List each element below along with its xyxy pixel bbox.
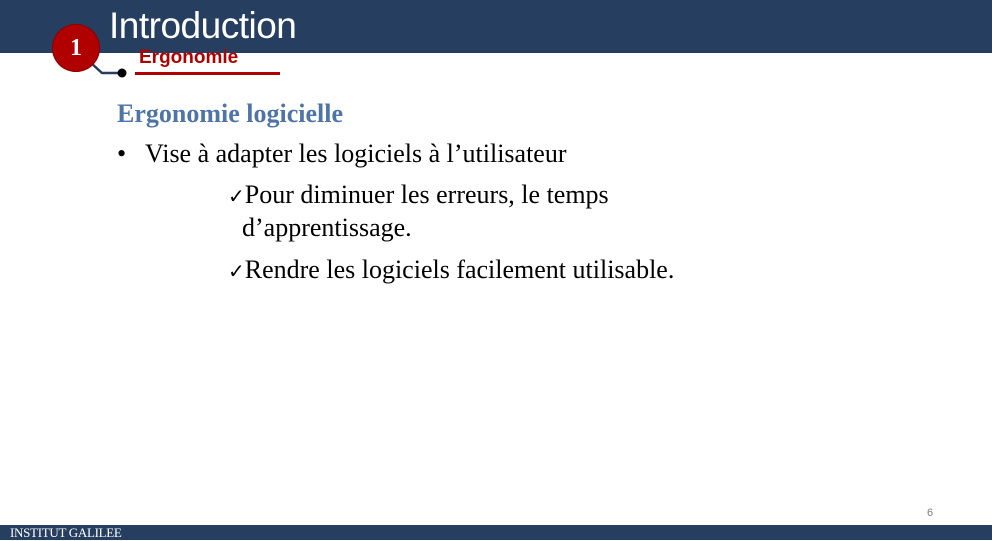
page-number: 6 — [927, 507, 934, 519]
section-subtitle: Ergonomie — [139, 47, 239, 68]
section-number-badge: 1 — [52, 24, 100, 72]
check-item: ✓Rendre les logiciels facilement utilisa… — [228, 255, 674, 286]
footer-bar — [0, 525, 992, 540]
slide-title: Introduction — [109, 5, 297, 46]
connector-dot — [117, 68, 127, 78]
content-heading: Ergonomie logicielle — [117, 99, 344, 128]
check-item: ✓Pour diminuer les erreurs, le temps — [228, 180, 609, 211]
check-icon: ✓ — [228, 259, 245, 283]
check-item-continuation: d’apprentissage. — [242, 213, 412, 242]
check-icon: ✓ — [228, 184, 245, 208]
check-item-text: Rendre les logiciels facilement utilisab… — [244, 255, 675, 284]
bullet-text: Vise à adapter les logiciels à l’utilisa… — [145, 139, 567, 168]
footer-institution: INSTITUT GALILEE — [10, 525, 122, 540]
bullet-item: • Vise à adapter les logiciels à l’utilis… — [117, 139, 567, 169]
subtitle-underline — [135, 72, 280, 75]
bullet-icon: • — [117, 139, 127, 168]
check-item-text: Pour diminuer les erreurs, le temps — [244, 180, 609, 209]
